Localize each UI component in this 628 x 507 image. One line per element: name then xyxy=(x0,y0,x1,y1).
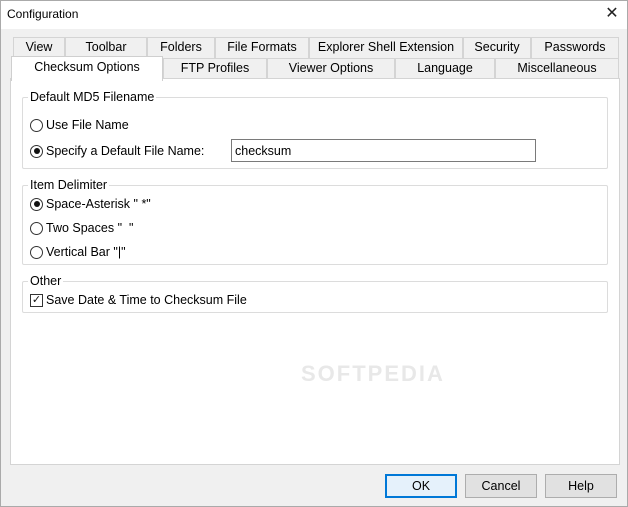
tab-explorer-shell-extension[interactable]: Explorer Shell Extension xyxy=(309,37,463,58)
default-file-name-input[interactable] xyxy=(231,139,536,162)
group-label: Other xyxy=(28,273,64,289)
checkbox-label: Save Date & Time to Checksum File xyxy=(46,293,247,307)
tab-label: FTP Profiles xyxy=(180,61,250,75)
tab-label: Toolbar xyxy=(85,40,127,54)
tab-label: Security xyxy=(474,40,520,54)
ok-button[interactable]: OK xyxy=(385,474,457,498)
tab-label: Passwords xyxy=(544,40,606,54)
radio-indicator[interactable] xyxy=(30,197,43,211)
tab-label: Miscellaneous xyxy=(517,61,597,75)
tab-label: Language xyxy=(417,61,473,75)
group-label: Item Delimiter xyxy=(28,177,110,193)
window-title: Configuration xyxy=(7,7,79,21)
save-date-time-checkbox[interactable]: ✓ Save Date & Time to Checksum File xyxy=(30,292,247,308)
tab-label: View xyxy=(25,40,53,54)
use-file-name-radio[interactable]: Use File Name xyxy=(30,117,129,133)
group-label: Default MD5 Filename xyxy=(28,89,157,105)
tab-file-formats[interactable]: File Formats xyxy=(215,37,309,58)
radio-indicator[interactable] xyxy=(30,245,43,259)
default-md5-filename-group: Default MD5 Filename Use File Name Speci… xyxy=(22,89,608,169)
radio-label: Use File Name xyxy=(46,118,129,132)
cancel-button[interactable]: Cancel xyxy=(465,474,537,498)
tab-miscellaneous[interactable]: Miscellaneous xyxy=(495,58,619,79)
tab-passwords[interactable]: Passwords xyxy=(531,37,619,58)
tab-ftp-profiles[interactable]: FTP Profiles xyxy=(163,58,267,79)
tab-language[interactable]: Language xyxy=(395,58,495,79)
watermark: SOFTPEDIA xyxy=(301,361,445,386)
checkmark-icon[interactable]: ✓ xyxy=(30,293,43,307)
tab-label: File Formats xyxy=(227,40,297,54)
tab-label: Explorer Shell Extension xyxy=(317,40,455,54)
configuration-dialog: Configuration ✕ View Toolbar Folders Fil… xyxy=(0,0,628,507)
tab-view[interactable]: View xyxy=(13,37,65,58)
tab-viewer-options[interactable]: Viewer Options xyxy=(267,58,395,79)
radio-label: Specify a Default File Name: xyxy=(46,144,205,158)
tab-security[interactable]: Security xyxy=(463,37,531,58)
tab-label: Viewer Options xyxy=(288,61,374,75)
radio-indicator[interactable] xyxy=(30,221,43,235)
tab-folders[interactable]: Folders xyxy=(147,37,215,58)
close-button[interactable]: ✕ xyxy=(601,3,623,25)
checksum-options-panel: SOFTPEDIA Default MD5 Filename Use File … xyxy=(10,78,620,465)
title-bar: Configuration ✕ xyxy=(1,1,627,29)
radio-label: Vertical Bar "|" xyxy=(46,245,126,259)
radio-label: Space-Asterisk " *" xyxy=(46,197,151,211)
vertical-bar-radio[interactable]: Vertical Bar "|" xyxy=(30,244,126,260)
close-icon: ✕ xyxy=(605,5,619,22)
radio-indicator[interactable] xyxy=(30,144,43,158)
other-group: Other ✓ Save Date & Time to Checksum Fil… xyxy=(22,273,608,313)
radio-indicator[interactable] xyxy=(30,118,43,132)
tab-label: Folders xyxy=(160,40,202,54)
two-spaces-radio[interactable]: Two Spaces " " xyxy=(30,220,133,236)
tab-toolbar[interactable]: Toolbar xyxy=(65,37,147,58)
space-asterisk-radio[interactable]: Space-Asterisk " *" xyxy=(30,196,151,212)
specify-default-file-name-radio[interactable]: Specify a Default File Name: xyxy=(30,143,204,159)
item-delimiter-group: Item Delimiter Space-Asterisk " *" Two S… xyxy=(22,177,608,265)
tab-label: Checksum Options xyxy=(34,60,140,74)
radio-label: Two Spaces " " xyxy=(46,221,134,235)
tab-checksum-options[interactable]: Checksum Options xyxy=(11,56,163,81)
help-button[interactable]: Help xyxy=(545,474,617,498)
